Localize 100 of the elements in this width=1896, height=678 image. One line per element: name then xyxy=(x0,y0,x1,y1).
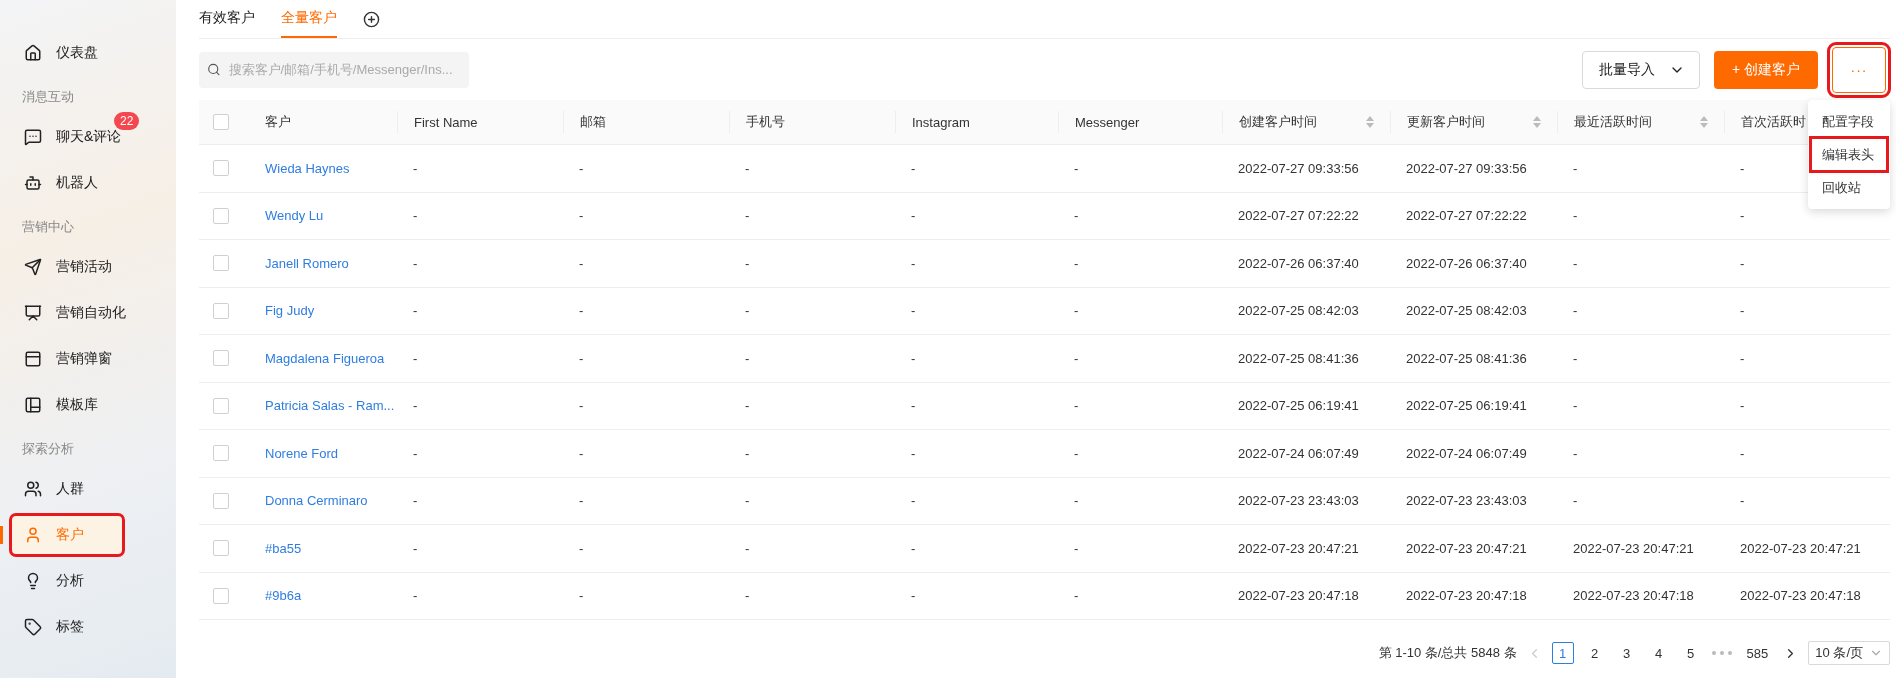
table-cell-text: - xyxy=(744,161,751,176)
customer-link[interactable]: Wendy Lu xyxy=(249,208,397,224)
table-cell-text: 2022-07-26 06:37:40 xyxy=(1237,256,1360,271)
customer-link[interactable]: Patricia Salas - Ram... xyxy=(249,398,397,414)
table-cell-text: - xyxy=(1739,256,1746,271)
menu-item[interactable]: 回收站 xyxy=(1812,172,1886,204)
customer-link[interactable]: #ba55 xyxy=(249,541,397,556)
sidebar-item[interactable]: 营销活动 xyxy=(10,246,170,288)
table-cell-text: - xyxy=(1073,161,1080,176)
table-cell-text: 2022-07-23 20:47:21 xyxy=(1572,541,1695,556)
table-cell-text: 2022-07-23 20:47:18 xyxy=(1405,588,1528,604)
table-cell-text: - xyxy=(910,398,917,414)
table-cell-text: 2022-07-23 20:47:18 xyxy=(1739,588,1862,604)
sidebar-item[interactable]: 人群 xyxy=(10,468,170,510)
table-cell-text: 2022-07-23 20:47:18 xyxy=(1572,588,1695,604)
customer-link[interactable]: #9b6a xyxy=(249,588,397,604)
menu-item[interactable]: 编辑表头 xyxy=(1812,139,1886,171)
table-cell-text: - xyxy=(744,256,751,271)
sidebar-item[interactable]: 机器人 xyxy=(10,162,170,204)
sidebar-item[interactable]: 模板库 xyxy=(10,384,170,426)
table-cell-text: - xyxy=(1073,398,1080,414)
table-cell-text: - xyxy=(910,208,917,224)
import-button[interactable]: 批量导入 xyxy=(1581,50,1700,89)
customer-link[interactable]: Janell Romero xyxy=(249,256,397,271)
column-title: 更新客户时间 xyxy=(1407,113,1485,132)
table-cell-text: - xyxy=(1739,303,1746,319)
customer-link[interactable]: Fig Judy xyxy=(249,303,397,319)
table-cell-text: - xyxy=(578,446,585,461)
table-cell-text: - xyxy=(744,588,751,604)
table-cell-text: - xyxy=(744,493,751,509)
table-cell-text: - xyxy=(744,351,751,366)
column-title: 首次活跃时 xyxy=(1741,113,1806,132)
table-cell-text: - xyxy=(1073,493,1080,509)
table-cell-text: - xyxy=(744,208,751,224)
sidebar-item[interactable]: 营销自动化 xyxy=(10,292,170,334)
table-cell-text: - xyxy=(1572,256,1579,271)
table-cell-text: - xyxy=(910,446,917,461)
menu-item[interactable]: 配置字段 xyxy=(1812,106,1886,138)
table-cell-text: - xyxy=(1739,351,1746,366)
checkbox[interactable] xyxy=(213,540,229,557)
customer-link[interactable]: Wieda Haynes xyxy=(249,161,397,176)
checkbox[interactable] xyxy=(213,208,229,224)
table-cell-text: 2022-07-24 06:07:49 xyxy=(1405,446,1528,461)
checkbox[interactable] xyxy=(213,588,229,604)
column-title: 创建客户时间 xyxy=(1239,113,1317,132)
sidebar-item[interactable]: 标签 xyxy=(10,606,170,648)
search-box[interactable]: 搜索客户/邮箱/手机号/Messenger/Ins... xyxy=(199,51,469,88)
sort-icon[interactable] xyxy=(1366,116,1374,129)
checkbox[interactable] xyxy=(213,445,229,462)
sidebar-item[interactable]: 分析 xyxy=(10,560,170,602)
table-cell-text: - xyxy=(412,541,419,556)
table-cell-text: - xyxy=(910,588,917,604)
checkbox[interactable] xyxy=(213,398,229,414)
checkbox[interactable] xyxy=(213,255,229,272)
customer-link[interactable]: Donna Cerminaro xyxy=(249,493,397,509)
sort-icon[interactable] xyxy=(1533,116,1541,129)
checkbox[interactable] xyxy=(213,350,229,367)
nav-icon xyxy=(24,304,42,322)
checkbox[interactable] xyxy=(213,303,229,319)
table-cell-text: - xyxy=(578,351,585,366)
table-cell-text: - xyxy=(412,161,419,176)
table-cell-text: - xyxy=(1739,161,1746,176)
customer-link[interactable]: Norene Ford xyxy=(249,446,397,461)
tab[interactable]: 有效客户 xyxy=(199,0,255,38)
checkbox[interactable] xyxy=(213,114,229,131)
table-cell-text: - xyxy=(1572,493,1579,509)
table-cell-text: - xyxy=(1572,351,1579,366)
sort-icon[interactable] xyxy=(1700,116,1708,129)
checkbox[interactable] xyxy=(213,160,229,177)
ellipsis-icon[interactable] xyxy=(1711,651,1732,656)
search-field[interactable]: 搜索客户/邮箱/手机号/Messenger/Ins... xyxy=(226,61,461,79)
table-cell-text: - xyxy=(744,446,751,461)
table-cell-text: - xyxy=(412,208,419,224)
table-cell-text: - xyxy=(578,161,585,176)
count-badge: 22 xyxy=(114,112,140,130)
nav-icon xyxy=(24,396,42,414)
table-cell-text: - xyxy=(412,303,419,319)
table-cell-text: - xyxy=(1572,303,1579,319)
sidebar-item[interactable]: 仪表盘 xyxy=(10,32,170,74)
table-cell-text: - xyxy=(910,351,917,366)
table-cell-text: 2022-07-23 23:43:03 xyxy=(1405,493,1528,509)
column-title: Instagram xyxy=(912,114,970,130)
nav-icon xyxy=(24,618,42,636)
sidebar-item[interactable]: 营销弹窗 xyxy=(10,338,170,380)
table-cell-text: - xyxy=(1073,303,1080,319)
table-cell-text: 2022-07-27 09:33:56 xyxy=(1237,161,1360,176)
customer-link[interactable]: Magdalena Figueroa xyxy=(249,351,397,366)
table-cell-text: - xyxy=(578,303,585,319)
table-cell-text: 2022-07-25 06:19:41 xyxy=(1405,398,1528,414)
table-cell-text: - xyxy=(412,398,419,414)
table-cell-text: 2022-07-25 06:19:41 xyxy=(1237,398,1360,414)
table-cell-text: - xyxy=(1073,446,1080,461)
checkbox[interactable] xyxy=(213,493,229,509)
nav-icon xyxy=(24,258,42,276)
table-cell-text: - xyxy=(1073,351,1080,366)
page-size-select[interactable]: 10 条/页 xyxy=(1808,641,1890,666)
table-cell-text: - xyxy=(1739,208,1746,224)
page-button[interactable]: 1 xyxy=(1551,642,1574,665)
add-tab-icon[interactable] xyxy=(363,10,380,28)
table-cell-text: - xyxy=(1073,256,1080,271)
